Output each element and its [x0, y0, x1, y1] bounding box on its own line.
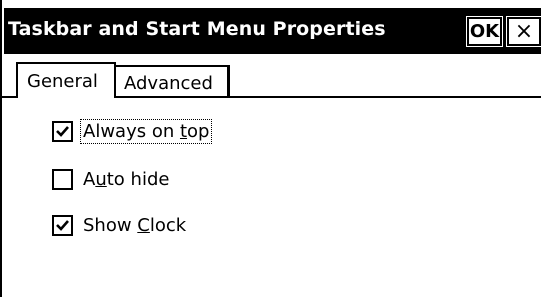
checkbox-box[interactable] — [52, 214, 73, 236]
properties-dialog: Taskbar and Start Menu Properties OK × G… — [0, 0, 541, 297]
tab-advanced[interactable]: Advanced — [114, 65, 230, 96]
always-on-top-label: Always on top — [79, 118, 213, 144]
show-clock-checkbox[interactable]: Show Clock — [52, 212, 188, 238]
tab-general[interactable]: General — [16, 62, 116, 98]
close-button[interactable]: × — [506, 16, 541, 47]
show-clock-label: Show Clock — [83, 214, 187, 236]
always-on-top-checkbox[interactable]: Always on top — [52, 118, 213, 144]
tab-selected-gap — [18, 96, 114, 98]
window-title: Taskbar and Start Menu Properties — [8, 18, 386, 40]
auto-hide-label: Auto hide — [83, 168, 170, 190]
title-bar[interactable]: Taskbar and Start Menu Properties OK × — [4, 8, 541, 54]
tab-general-label: General — [27, 71, 98, 92]
auto-hide-checkbox[interactable]: Auto hide — [52, 166, 171, 192]
checkbox-box[interactable] — [52, 168, 73, 190]
tab-advanced-label: Advanced — [124, 73, 213, 94]
checkbox-box[interactable] — [52, 120, 73, 142]
checkmark-icon — [56, 125, 69, 137]
tab-strip: General Advanced — [4, 54, 541, 98]
checkmark-icon — [56, 219, 69, 231]
ok-button[interactable]: OK — [466, 16, 503, 47]
